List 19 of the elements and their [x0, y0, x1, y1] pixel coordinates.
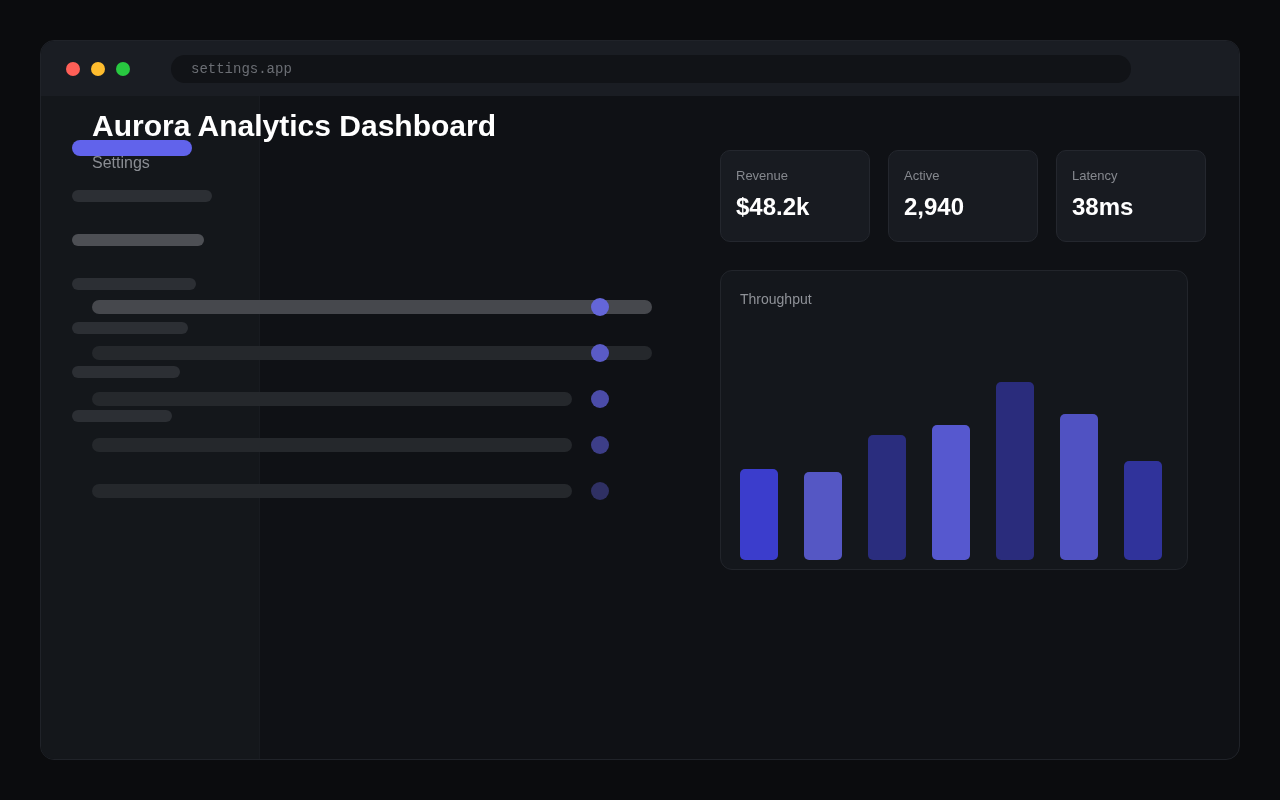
- slider-track[interactable]: [92, 346, 652, 360]
- window-zoom-button[interactable]: [116, 61, 130, 76]
- slider-thumb[interactable]: [590, 298, 609, 316]
- page-subtitle: Settings: [92, 153, 150, 173]
- stat-label: Revenue: [736, 168, 789, 184]
- stat-value: $48.2k: [736, 193, 810, 221]
- stat-value: 38ms: [1072, 193, 1134, 221]
- stat-value: 2,940: [904, 193, 965, 221]
- sidebar-item[interactable]: [72, 234, 204, 246]
- window-minimize-button[interactable]: [91, 61, 105, 76]
- chart-title: Throughput: [740, 290, 812, 308]
- window-close-button[interactable]: [66, 61, 80, 76]
- slider-thumb[interactable]: [590, 344, 609, 362]
- stat-label: Latency: [1072, 168, 1118, 184]
- slider-track[interactable]: [92, 300, 652, 314]
- stat-label: Active: [904, 168, 940, 184]
- address-field[interactable]: settings.app: [171, 54, 1131, 83]
- dashboard-title: Aurora Analytics Dashboard: [92, 109, 496, 143]
- sidebar-item[interactable]: [72, 140, 192, 156]
